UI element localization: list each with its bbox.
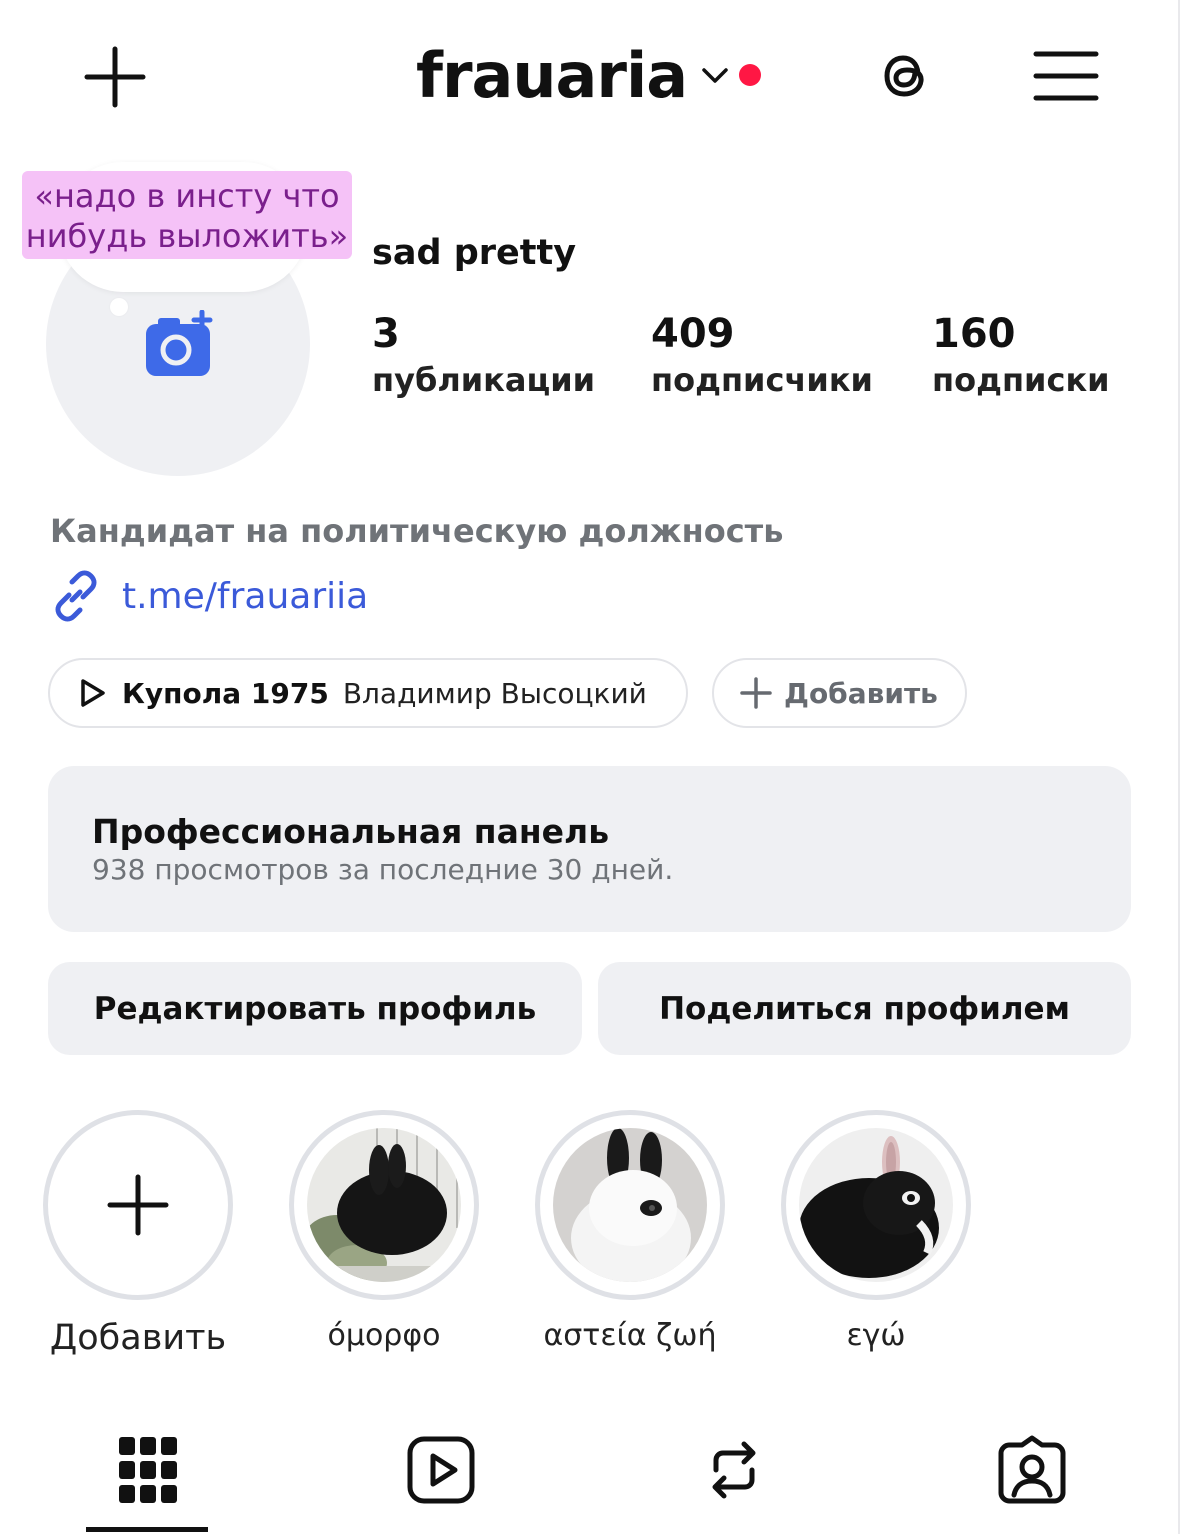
highlight-label: αστεία ζωή	[543, 1318, 717, 1353]
pro-panel-subtitle: 938 просмотров за последние 30 дней.	[92, 853, 674, 886]
threads-button[interactable]	[868, 40, 940, 112]
note-text[interactable]: «надо в инсту что нибудь выложить»	[22, 171, 352, 259]
music-pill[interactable]: Купола 1975 Владимир Высоцкий	[48, 658, 688, 728]
add-link-label: Добавить	[784, 676, 938, 710]
add-photo-camera-icon	[146, 310, 213, 376]
highlight-cover-image	[799, 1128, 953, 1282]
pro-panel-title: Профессиональная панель	[92, 812, 610, 851]
stat-following[interactable]: 160 подписки	[932, 310, 1110, 402]
plus-icon	[107, 1174, 169, 1236]
threads-icon	[884, 55, 924, 97]
stat-label: подписчики	[651, 361, 873, 399]
stat-label: публикации	[372, 361, 596, 399]
tagged-icon	[998, 1435, 1066, 1504]
stat-followers[interactable]: 409 подписчики	[651, 310, 873, 402]
tab-grid[interactable]	[108, 1430, 188, 1510]
stat-posts[interactable]: 3 публикации	[372, 310, 595, 402]
username: frauaria	[416, 38, 688, 112]
tab-reposts[interactable]	[694, 1430, 774, 1510]
stat-label: подписки	[932, 361, 1110, 399]
highlight-item[interactable]: εγώ	[781, 1110, 971, 1353]
menu-button[interactable]	[1030, 44, 1102, 108]
highlight-item[interactable]: όμορφο	[289, 1110, 479, 1353]
grid-icon	[119, 1437, 177, 1503]
tab-tagged[interactable]	[992, 1430, 1072, 1510]
highlight-ring	[535, 1110, 725, 1300]
bio-text: Кандидат на политическую должность	[50, 512, 784, 550]
highlight-ring	[781, 1110, 971, 1300]
display-name: sad pretty	[372, 233, 577, 273]
notification-dot	[739, 64, 762, 86]
plus-icon	[84, 46, 146, 108]
create-button[interactable]	[80, 42, 150, 112]
highlight-ring	[289, 1110, 479, 1300]
reposts-icon	[712, 1441, 756, 1499]
plus-icon	[740, 677, 772, 709]
tab-reels[interactable]	[401, 1430, 481, 1510]
professional-dashboard[interactable]: Профессиональная панель 938 просмотров з…	[48, 766, 1131, 932]
highlight-label: Добавить	[49, 1318, 227, 1358]
edit-profile-button[interactable]: Редактировать профиль	[48, 962, 582, 1055]
note-bubble-tail	[110, 298, 128, 316]
chevron-down-icon	[702, 68, 728, 83]
highlight-label: όμορφο	[327, 1318, 441, 1353]
stat-value: 3	[372, 311, 400, 357]
highlight-ring	[43, 1110, 233, 1300]
add-link-button[interactable]: Добавить	[712, 658, 967, 728]
highlight-cover-image	[307, 1128, 461, 1282]
active-tab-indicator	[86, 1527, 208, 1532]
reels-icon	[407, 1436, 475, 1504]
highlight-label: εγώ	[846, 1318, 906, 1353]
highlight-item[interactable]: αστεία ζωή	[535, 1110, 725, 1353]
highlight-cover-image	[553, 1128, 707, 1282]
hamburger-menu-icon	[1033, 51, 1099, 101]
account-switcher[interactable]: frauaria	[416, 38, 762, 112]
music-song: Купола 1975	[122, 676, 329, 710]
stat-value: 160	[932, 311, 1016, 357]
stat-value: 409	[651, 311, 735, 357]
link-text: t.me/frauariia	[122, 575, 369, 617]
profile-link[interactable]: t.me/frauariia	[50, 568, 368, 624]
share-profile-button[interactable]: Поделиться профилем	[598, 962, 1131, 1055]
play-icon	[81, 679, 105, 707]
highlight-add[interactable]: Добавить	[43, 1110, 233, 1358]
note-line: «надо в инсту что	[34, 177, 340, 215]
link-icon	[55, 570, 97, 622]
note-line: нибудь выложить»	[25, 217, 349, 255]
music-artist: Владимир Высоцкий	[342, 676, 647, 710]
